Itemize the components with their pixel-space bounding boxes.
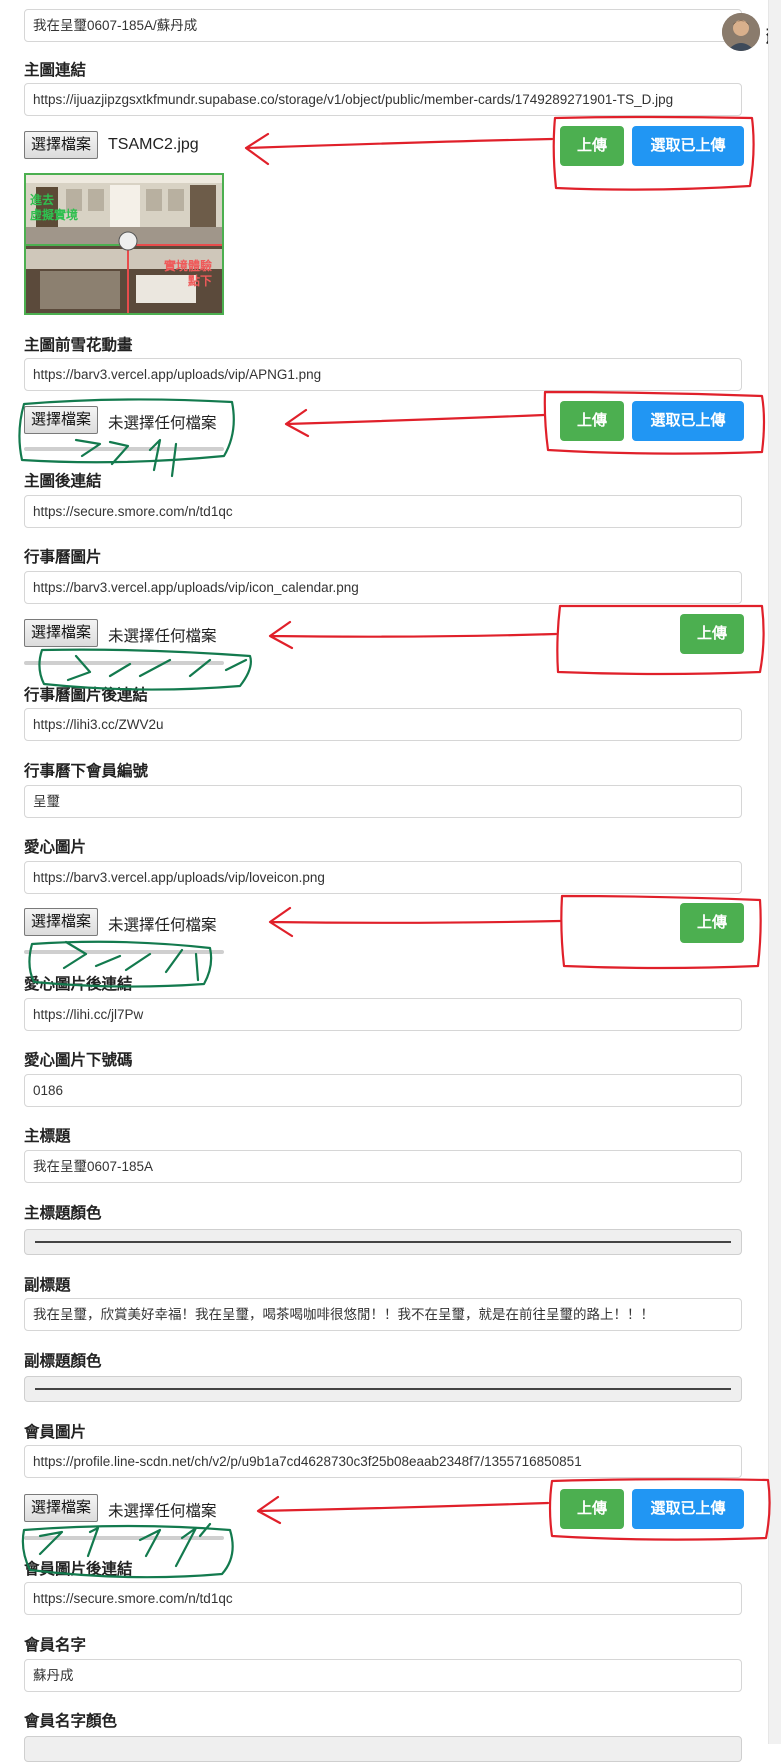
calendar-link-label: 行事曆圖片後連結 bbox=[24, 687, 149, 704]
choose-file-button-1[interactable]: 選擇檔案 bbox=[24, 131, 99, 159]
upload-button-5[interactable]: 上傳 bbox=[560, 1489, 624, 1529]
upload-progress-4 bbox=[24, 950, 224, 954]
love-number-input[interactable]: 0186 bbox=[24, 1074, 742, 1107]
subtitle-input[interactable]: 我在呈璽，欣賞美好幸福！我在呈璽，喝茶喝咖啡很悠閒！！我不在呈璽，就是在前往呈璽… bbox=[24, 1298, 742, 1331]
main-title-input[interactable]: 我在呈璽0607-185A bbox=[24, 1150, 742, 1183]
main-title-color-swatch bbox=[35, 1241, 731, 1243]
member-name-color-picker[interactable] bbox=[24, 1736, 742, 1762]
main-title-color-label: 主標題顏色 bbox=[24, 1205, 102, 1222]
upload-progress-5 bbox=[24, 1536, 224, 1540]
select-uploaded-button-2[interactable]: 選取已上傳 bbox=[632, 401, 744, 441]
avatar[interactable] bbox=[722, 13, 760, 51]
file-name-5: 未選擇任何檔案 bbox=[108, 1503, 217, 1520]
preview-right-text: 實境體驗 點下 bbox=[164, 259, 213, 288]
red-arrow-3 bbox=[268, 620, 558, 650]
header-title-input[interactable]: 我在呈璽0607-185A/蘇丹成 bbox=[24, 9, 742, 42]
subtitle-label: 副標題 bbox=[24, 1277, 71, 1294]
subtitle-color-label: 副標題顏色 bbox=[24, 1353, 102, 1370]
main-title-color-picker[interactable] bbox=[24, 1229, 742, 1255]
subtitle-color-swatch bbox=[35, 1388, 731, 1390]
red-arrow-2 bbox=[284, 408, 546, 438]
upload-button-2[interactable]: 上傳 bbox=[560, 401, 624, 441]
upload-progress-2 bbox=[24, 447, 224, 451]
calendar-member-label: 行事曆下會員編號 bbox=[24, 763, 149, 780]
file-name-2: 未選擇任何檔案 bbox=[108, 415, 217, 432]
love-link-input[interactable]: https://lihi.cc/jl7Pw bbox=[24, 998, 742, 1031]
member-name-color-label: 會員名字顏色 bbox=[24, 1713, 118, 1730]
preview-left-text: 進去 虛擬實境 bbox=[30, 193, 79, 222]
upload-progress-3 bbox=[24, 661, 224, 665]
main-link-label: 主圖連結 bbox=[24, 62, 87, 79]
love-link-label: 愛心圖片後連結 bbox=[24, 976, 133, 993]
main-link-input[interactable]: https://ijuazjipzgsxtkfmundr.supabase.co… bbox=[24, 83, 742, 116]
select-uploaded-button-1[interactable]: 選取已上傳 bbox=[632, 126, 744, 166]
member-name-label: 會員名字 bbox=[24, 1637, 87, 1654]
after-link-input[interactable]: https://secure.smore.com/n/td1qc bbox=[24, 495, 742, 528]
member-image-input[interactable]: https://profile.line-scdn.net/ch/v2/p/u9… bbox=[24, 1445, 742, 1478]
love-number-label: 愛心圖片下號碼 bbox=[24, 1052, 133, 1069]
subtitle-color-picker[interactable] bbox=[24, 1376, 742, 1402]
member-image-label: 會員圖片 bbox=[24, 1424, 87, 1441]
choose-file-button-2[interactable]: 選擇檔案 bbox=[24, 406, 99, 434]
main-image-preview: 進去 虛擬實境 實境體驗 點下 bbox=[24, 173, 224, 315]
choose-file-button-3[interactable]: 選擇檔案 bbox=[24, 619, 99, 647]
choose-file-button-4[interactable]: 選擇檔案 bbox=[24, 908, 99, 936]
scrollbar[interactable] bbox=[768, 0, 781, 1744]
select-uploaded-button-5[interactable]: 選取已上傳 bbox=[632, 1489, 744, 1529]
calendar-link-input[interactable]: https://lihi3.cc/ZWV2u bbox=[24, 708, 742, 741]
red-arrow-1 bbox=[244, 132, 554, 166]
upload-button-1[interactable]: 上傳 bbox=[560, 126, 624, 166]
upload-button-4[interactable]: 上傳 bbox=[680, 903, 744, 943]
file-name-4: 未選擇任何檔案 bbox=[108, 917, 217, 934]
red-arrow-4 bbox=[268, 906, 562, 938]
member-name-input[interactable]: 蘇丹成 bbox=[24, 1659, 742, 1692]
file-name-1: TSAMC2.jpg bbox=[108, 136, 199, 153]
member-link-label: 會員圖片後連結 bbox=[24, 1561, 133, 1578]
member-link-input[interactable]: https://secure.smore.com/n/td1qc bbox=[24, 1582, 742, 1615]
file-name-3: 未選擇任何檔案 bbox=[108, 628, 217, 645]
upload-button-3[interactable]: 上傳 bbox=[680, 614, 744, 654]
snow-animation-input[interactable]: https://barv3.vercel.app/uploads/vip/APN… bbox=[24, 358, 742, 391]
main-title-label: 主標題 bbox=[24, 1128, 71, 1145]
calendar-image-label: 行事曆圖片 bbox=[24, 549, 102, 566]
love-image-input[interactable]: https://barv3.vercel.app/uploads/vip/lov… bbox=[24, 861, 742, 894]
snow-animation-label: 主圖前雪花動畫 bbox=[24, 337, 133, 354]
calendar-image-input[interactable]: https://barv3.vercel.app/uploads/vip/ico… bbox=[24, 571, 742, 604]
red-arrow-5 bbox=[256, 1495, 550, 1525]
calendar-member-input[interactable]: 呈璽 bbox=[24, 785, 742, 818]
love-image-label: 愛心圖片 bbox=[24, 839, 87, 856]
choose-file-button-5[interactable]: 選擇檔案 bbox=[24, 1494, 99, 1522]
after-link-label: 主圖後連結 bbox=[24, 473, 102, 490]
